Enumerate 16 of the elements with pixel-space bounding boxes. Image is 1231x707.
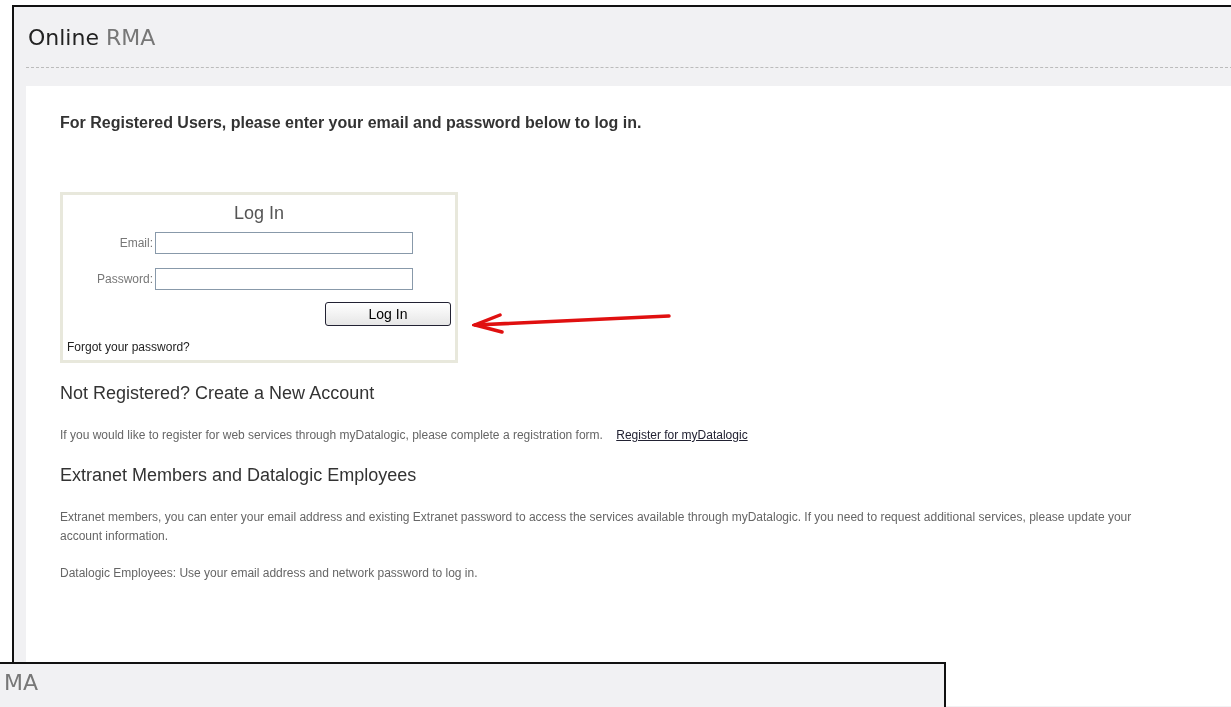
paragraph: Datalogic Employees: Use your email address and network password to log in.: [60, 565, 479, 582]
section-heading: Not Registered? Create a New Account: [60, 383, 376, 404]
input-field[interactable]: [155, 232, 413, 254]
intro-text: For Registered Users, please enter your email and password below to log in.: [60, 114, 643, 132]
forgot-password-link[interactable]: Forgot your password?: [67, 340, 190, 354]
overlay-title: MA: [4, 670, 39, 695]
register-text: If you would like to register for web services through myDatalogic, please complete a registration form. Register for myDatalogic: [60, 427, 749, 444]
field-label: Password:: [96, 272, 153, 286]
login-button[interactable]: Log In: [325, 302, 451, 326]
paragraph: Extranet members, you can enter your email address and existing Extranet password to access the services available through myDatalogic. If you need to request additional services, please update your account information.: [60, 509, 1133, 545]
register-link[interactable]: Register for myDatalogic: [616, 428, 748, 442]
input-field[interactable]: [155, 268, 413, 290]
page-title: Online RMA: [28, 24, 156, 50]
field-label: Email:: [119, 236, 153, 250]
login-title: Log In: [233, 203, 284, 224]
section-heading: Extranet Members and Datalogic Employees: [60, 465, 418, 486]
